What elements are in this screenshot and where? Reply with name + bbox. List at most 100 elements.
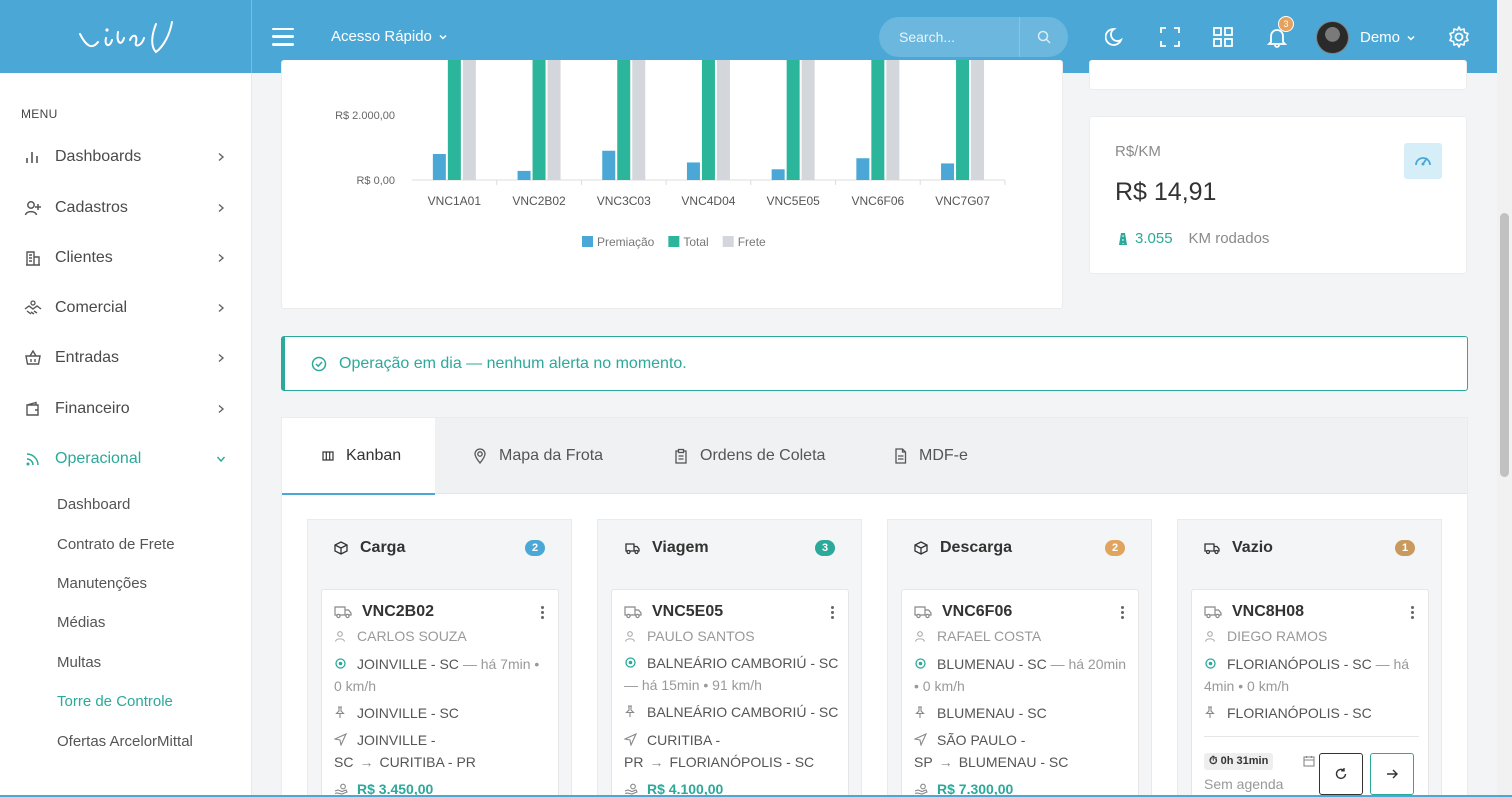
user-avatar[interactable] bbox=[1316, 21, 1349, 54]
advance-button[interactable] bbox=[1370, 753, 1414, 795]
menu-toggle-button[interactable] bbox=[272, 27, 294, 46]
chevron-right-icon bbox=[216, 250, 226, 266]
submenu-item-contrato-de-frete[interactable]: Contrato de Frete bbox=[57, 536, 175, 553]
submenu-item-manutencoes[interactable]: Manutenções bbox=[57, 575, 147, 592]
user-icon bbox=[334, 627, 348, 648]
x-tick-label: VNC2B02 bbox=[512, 194, 566, 208]
bar-total-vnc7g07 bbox=[956, 50, 970, 180]
bar-frete-vnc5e05 bbox=[801, 50, 815, 180]
sidebar-item-dashboards[interactable]: Dashboards bbox=[0, 137, 252, 177]
plate-text: VNC8H08 bbox=[1232, 603, 1305, 620]
chevron-right-icon bbox=[216, 300, 226, 316]
sidebar-item-clientes[interactable]: Clientes bbox=[0, 238, 252, 278]
tab-ordens-de-coleta[interactable]: Ordens de Coleta bbox=[674, 418, 825, 494]
plate-text: VNC6F06 bbox=[942, 603, 1013, 620]
sidebar-item-financeiro[interactable]: Financeiro bbox=[0, 389, 252, 429]
fullscreen-icon[interactable] bbox=[1158, 25, 1182, 49]
sidebar-item-label: Cadastros bbox=[55, 199, 128, 216]
card-menu-button[interactable] bbox=[1411, 606, 1414, 619]
refresh-icon bbox=[1335, 768, 1347, 780]
y-tick-label: R$ 0,00 bbox=[356, 175, 395, 187]
submenu-item-multas[interactable]: Multas bbox=[57, 654, 101, 671]
bar-total-vnc6f06 bbox=[871, 50, 885, 180]
route-to: CURITIBA - PR bbox=[379, 753, 476, 770]
bar-frete-vnc4d04 bbox=[716, 50, 730, 180]
card-menu-button[interactable] bbox=[541, 606, 544, 619]
tab-mdf-e[interactable]: MDF-e bbox=[894, 418, 968, 494]
rs-per-km-card: R$/KM R$ 14,91 3.055 KM rodados bbox=[1089, 116, 1467, 274]
column-header: Descarga 2 bbox=[888, 520, 1151, 576]
column-count-badge: 3 bbox=[815, 540, 835, 556]
column-header: Carga 2 bbox=[308, 520, 571, 576]
km-driven-row: 3.055 KM rodados bbox=[1117, 230, 1269, 247]
sidebar-item-label: Financeiro bbox=[55, 400, 130, 417]
card-menu-button[interactable] bbox=[831, 606, 834, 619]
schedule-text: Sem agenda bbox=[1204, 776, 1284, 792]
submenu-item-torre-de-controle[interactable]: Torre de Controle bbox=[57, 693, 173, 710]
sidebar-item-cadastros[interactable]: Cadastros bbox=[0, 188, 252, 228]
rss-icon bbox=[24, 450, 42, 468]
vehicle-card[interactable]: VNC2B02 CARLOS SOUZA JOINVILLE - SC — há… bbox=[321, 589, 559, 797]
chevron-down-icon bbox=[439, 34, 447, 40]
tab-mapa-da-frota[interactable]: Mapa da Frota bbox=[473, 418, 603, 494]
sidebar-item-entradas[interactable]: Entradas bbox=[0, 338, 252, 378]
driver-name: DIEGO RAMOS bbox=[1227, 628, 1328, 644]
column-title: Carga bbox=[360, 539, 406, 556]
search-icon[interactable] bbox=[1020, 30, 1068, 44]
sidebar-item-operacional[interactable]: Operacional bbox=[0, 439, 252, 479]
page-scrollbar[interactable] bbox=[1497, 0, 1512, 797]
sidebar-item-label: Operacional bbox=[55, 450, 142, 467]
column-header: Viagem 3 bbox=[598, 520, 861, 576]
card-divider bbox=[1204, 736, 1419, 737]
driver-row: DIEGO RAMOS bbox=[1204, 626, 1419, 648]
column-title: Viagem bbox=[652, 539, 709, 556]
status-alert: Operação em dia — nenhum alerta no momen… bbox=[281, 336, 1468, 391]
x-tick-label: VNC5E05 bbox=[766, 194, 820, 208]
route-row: SÃO PAULO - SP → BLUMENAU - SC bbox=[913, 730, 1129, 773]
search-input[interactable] bbox=[879, 29, 1019, 45]
driver-row: CARLOS SOUZA bbox=[334, 626, 549, 648]
bar-total-vnc4d04 bbox=[701, 50, 715, 180]
dark-mode-moon-icon[interactable] bbox=[1104, 25, 1128, 49]
vehicle-card[interactable]: VNC6F06 RAFAEL COSTA BLUMENAU - SC — há … bbox=[901, 589, 1139, 797]
pin-icon bbox=[914, 704, 928, 725]
calendar-icon[interactable] bbox=[1303, 754, 1315, 770]
column-title: Vazio bbox=[1232, 539, 1273, 556]
sidebar-item-label: Dashboards bbox=[55, 148, 142, 165]
plate-text: VNC2B02 bbox=[362, 603, 435, 620]
location-target-icon bbox=[1204, 655, 1218, 676]
column-count-badge: 2 bbox=[1105, 540, 1125, 556]
user-name: Demo bbox=[1360, 29, 1401, 46]
building-icon bbox=[24, 249, 42, 267]
road-icon bbox=[1119, 232, 1127, 245]
kanban-column-viagem: Viagem 3 VNC5E05 PAULO SANTOS BALNEÁRIO … bbox=[597, 519, 862, 797]
vehicle-card[interactable]: VNC8H08 DIEGO RAMOS FLORIANÓPOLIS - SC —… bbox=[1191, 589, 1429, 797]
column-title: Descarga bbox=[940, 539, 1013, 556]
user-icon bbox=[914, 627, 928, 648]
pin-text: BALNEÁRIO CAMBORIÚ - SC bbox=[647, 704, 839, 720]
apps-grid-icon[interactable] bbox=[1211, 25, 1235, 49]
column-header: Vazio 1 bbox=[1178, 520, 1441, 576]
sidebar-item-comercial[interactable]: Comercial bbox=[0, 288, 252, 328]
location-text: FLORIANÓPOLIS - SC bbox=[1227, 656, 1372, 672]
truck-icon bbox=[914, 605, 932, 619]
file-icon bbox=[894, 448, 907, 464]
brand-logo[interactable] bbox=[0, 0, 252, 73]
tab-label: Mapa da Frota bbox=[499, 447, 604, 464]
quick-access-label: Acesso Rápido bbox=[331, 28, 432, 45]
refresh-button[interactable] bbox=[1319, 753, 1363, 795]
quick-access-dropdown[interactable]: Acesso Rápido bbox=[331, 28, 448, 45]
submenu-item-medias[interactable]: Médias bbox=[57, 614, 105, 631]
settings-gear-icon[interactable] bbox=[1447, 25, 1471, 49]
column-count-badge: 1 bbox=[1395, 540, 1415, 556]
submenu-item-dashboard[interactable]: Dashboard bbox=[57, 496, 130, 513]
submenu-item-ofertas-arcelormittal[interactable]: Ofertas ArcelorMittal bbox=[57, 733, 193, 750]
vehicle-card[interactable]: VNC5E05 PAULO SANTOS BALNEÁRIO CAMBORIÚ … bbox=[611, 589, 849, 797]
route-row: CURITIBA - PR → FLORIANÓPOLIS - SC bbox=[623, 730, 839, 773]
scrollbar-thumb[interactable] bbox=[1500, 213, 1509, 477]
user-menu-dropdown[interactable]: Demo bbox=[1360, 29, 1416, 46]
card-menu-button[interactable] bbox=[1121, 606, 1124, 619]
km-value: 3.055 bbox=[1135, 230, 1173, 247]
truck-icon bbox=[1204, 541, 1220, 555]
tab-kanban[interactable]: Kanban bbox=[282, 418, 435, 495]
